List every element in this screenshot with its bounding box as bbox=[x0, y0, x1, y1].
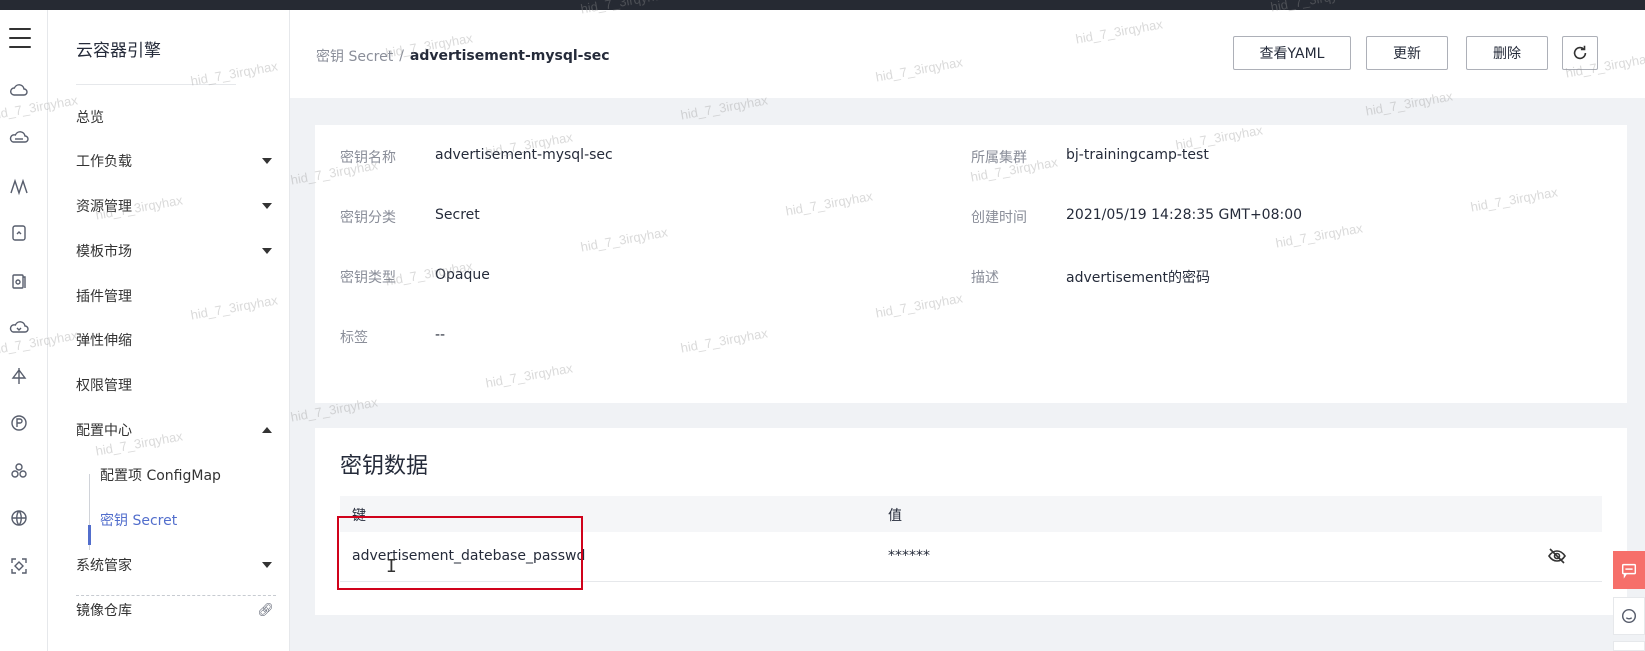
sidebar-item-configmap[interactable]: 配置项 ConfigMap bbox=[100, 463, 221, 487]
eye-off-icon[interactable] bbox=[1547, 546, 1567, 566]
scan-icon[interactable] bbox=[8, 555, 30, 577]
support-button[interactable] bbox=[1613, 597, 1645, 635]
sidebar-item-label: 权限管理 bbox=[76, 378, 132, 394]
sidebar-item-label: 配置中心 bbox=[76, 423, 132, 439]
detail-label: 密钥分类 bbox=[340, 210, 396, 226]
sidebar-item-label: 资源管理 bbox=[76, 199, 132, 215]
top-strip bbox=[0, 0, 1645, 10]
caret-down-icon bbox=[262, 562, 272, 568]
sidebar-item-image-registry[interactable]: 镜像仓库 🔗︎ bbox=[76, 596, 276, 624]
sidebar-item-secret[interactable]: 密钥 Secret bbox=[100, 508, 177, 532]
sidebar-item-label: 镜像仓库 bbox=[76, 603, 132, 619]
sidebar-brand: 云容器引擎 bbox=[76, 41, 161, 61]
submenu-active-indicator bbox=[88, 525, 91, 545]
sidebar-item-system[interactable]: 系统管家 bbox=[76, 551, 276, 579]
sidebar-item-addons[interactable]: 插件管理 bbox=[76, 282, 276, 310]
page-header: 密钥 Secret / advertisement-mysql-sec 查看YA… bbox=[290, 10, 1645, 98]
secret-value-cell: ****** bbox=[888, 548, 930, 564]
detail-value: bj-trainingcamp-test bbox=[1066, 147, 1209, 163]
more-button[interactable] bbox=[1613, 641, 1645, 651]
storage-icon[interactable] bbox=[8, 222, 30, 244]
sidebar-item-label: 弹性伸缩 bbox=[76, 333, 132, 349]
detail-label: 标签 bbox=[340, 330, 368, 346]
cloud-server-icon[interactable] bbox=[8, 128, 30, 150]
sidebar-item-permissions[interactable]: 权限管理 bbox=[76, 371, 276, 399]
breadcrumb: 密钥 Secret / advertisement-mysql-sec bbox=[316, 46, 610, 66]
update-button[interactable]: 更新 bbox=[1366, 36, 1448, 70]
menu-icon[interactable] bbox=[9, 28, 31, 48]
sidebar-item-label: 插件管理 bbox=[76, 289, 132, 305]
divider bbox=[76, 84, 236, 85]
sidebar-subitem-label: 配置项 ConfigMap bbox=[100, 468, 221, 484]
sidebar-item-label: 系统管家 bbox=[76, 558, 132, 574]
highlight-box bbox=[337, 516, 583, 590]
caret-down-icon bbox=[262, 203, 272, 209]
feedback-button[interactable] bbox=[1613, 551, 1645, 589]
document-icon[interactable] bbox=[8, 270, 30, 292]
external-link-icon: 🔗︎ bbox=[257, 602, 274, 618]
smile-icon bbox=[1621, 608, 1637, 624]
breadcrumb-separator: / bbox=[399, 48, 404, 64]
network-icon[interactable] bbox=[8, 176, 30, 198]
text-cursor-icon: I bbox=[386, 556, 397, 577]
detail-label: 密钥名称 bbox=[340, 150, 396, 166]
message-icon bbox=[1621, 563, 1637, 579]
sidebar-item-templates[interactable]: 模板市场 bbox=[76, 237, 276, 265]
globe-icon[interactable] bbox=[8, 507, 30, 529]
refresh-button[interactable] bbox=[1562, 36, 1598, 70]
detail-value: Secret bbox=[435, 207, 480, 223]
section-title: 密钥数据 bbox=[340, 454, 429, 479]
breadcrumb-parent[interactable]: 密钥 Secret bbox=[316, 46, 393, 66]
detail-label: 所属集群 bbox=[971, 150, 1027, 166]
refresh-icon bbox=[1573, 45, 1587, 60]
detail-value: advertisement-mysql-sec bbox=[435, 147, 613, 163]
cluster-icon[interactable] bbox=[8, 460, 30, 482]
detail-value: -- bbox=[435, 327, 446, 343]
detail-label: 创建时间 bbox=[971, 210, 1027, 226]
sidebar-item-overview[interactable]: 总览 bbox=[76, 103, 276, 131]
sidebar-item-label: 工作负载 bbox=[76, 154, 132, 170]
view-yaml-button[interactable]: 查看YAML bbox=[1233, 36, 1351, 70]
icon-rail bbox=[0, 10, 48, 651]
column-header-value: 值 bbox=[888, 508, 902, 524]
sidebar-item-config-center[interactable]: 配置中心 bbox=[76, 416, 276, 444]
breadcrumb-current: advertisement-mysql-sec bbox=[409, 48, 610, 64]
detail-label: 描述 bbox=[971, 270, 999, 286]
detail-value: 2021/05/19 14:28:35 GMT+08:00 bbox=[1066, 207, 1303, 223]
sidebar-item-workloads[interactable]: 工作负载 bbox=[76, 147, 276, 175]
detail-label: 密钥类型 bbox=[340, 270, 396, 286]
caret-down-icon bbox=[262, 248, 272, 254]
parking-icon[interactable] bbox=[8, 412, 30, 434]
sidebar-item-autoscaling[interactable]: 弹性伸缩 bbox=[76, 326, 276, 354]
detail-value: Opaque bbox=[435, 267, 490, 283]
delete-button[interactable]: 删除 bbox=[1466, 36, 1548, 70]
detail-value: advertisement的密码 bbox=[1066, 270, 1211, 286]
secret-detail-card: 密钥名称 advertisement-mysql-sec 所属集群 bj-tra… bbox=[315, 125, 1627, 403]
cloud-icon[interactable] bbox=[8, 80, 30, 102]
caret-down-icon bbox=[262, 158, 272, 164]
sidebar-item-label: 总览 bbox=[76, 110, 104, 126]
sidebar: 云容器引擎 总览 工作负载 资源管理 模板市场 插件管理 弹性伸缩 权限管理 配… bbox=[48, 10, 290, 651]
caret-up-icon bbox=[262, 427, 272, 433]
sidebar-subitem-label: 密钥 Secret bbox=[100, 513, 178, 529]
compass-icon[interactable] bbox=[8, 365, 30, 387]
cloud-link-icon[interactable] bbox=[8, 317, 30, 339]
sidebar-item-label: 模板市场 bbox=[76, 244, 132, 260]
sidebar-item-resources[interactable]: 资源管理 bbox=[76, 192, 276, 220]
